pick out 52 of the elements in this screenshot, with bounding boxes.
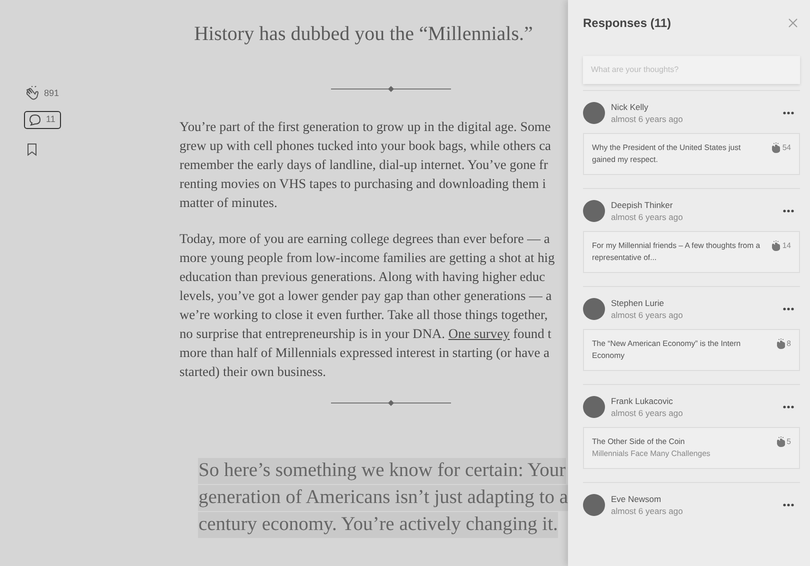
paragraph-line: education than previous generations. Along with having higher educ bbox=[179, 268, 546, 286]
paragraph-line: no surprise that entrepreneurship is in your DNA. One survey found t bbox=[179, 325, 552, 343]
paragraph-line: You’re part of the first generation to grow up in the digital age. Some bbox=[179, 118, 551, 136]
avatar[interactable] bbox=[583, 102, 605, 124]
paragraph-line: more than half of Millennials expressed interest in starting (or have a bbox=[179, 344, 550, 362]
article-heading: History has dubbed you the “Millennials.” bbox=[193, 22, 534, 46]
paragraph-line: started) their own business. bbox=[179, 363, 326, 381]
paragraph-line: Today, more of you are earning college degrees than ever before — a bbox=[179, 230, 550, 248]
author-name[interactable]: Deepish Thinker bbox=[611, 199, 683, 212]
ellipsis-icon bbox=[783, 405, 794, 410]
paragraph-line: matter of minutes. bbox=[179, 194, 278, 212]
author-name[interactable]: Eve Newsom bbox=[611, 493, 683, 506]
paragraph-line: we’re working to close it even further. Take all those things together, bbox=[179, 306, 548, 324]
speech-bubble-icon bbox=[28, 114, 41, 126]
bookmark-button[interactable] bbox=[27, 142, 37, 156]
clap-icon bbox=[774, 338, 785, 350]
avatar[interactable] bbox=[583, 298, 605, 320]
response-time: almost 6 years ago bbox=[611, 113, 683, 126]
clap-icon bbox=[770, 142, 780, 154]
more-options-button[interactable] bbox=[783, 307, 794, 312]
ellipsis-icon bbox=[783, 209, 794, 214]
more-options-button[interactable] bbox=[783, 503, 794, 508]
avatar[interactable] bbox=[583, 396, 605, 418]
responses-button[interactable]: 11 bbox=[24, 111, 62, 128]
response-time: almost 6 years ago bbox=[611, 211, 683, 224]
response-time: almost 6 years ago bbox=[611, 309, 683, 322]
bookmark-icon bbox=[27, 142, 37, 156]
avatar[interactable] bbox=[583, 494, 605, 516]
paragraph-line: remember the early days of landline, dial-up internet. You’ve gone fr bbox=[179, 156, 548, 174]
response-time: almost 6 years ago bbox=[611, 505, 683, 518]
paragraph-line: levels, you’ve got a lower gender pay gap than other generations — a bbox=[179, 287, 552, 305]
close-icon bbox=[788, 18, 798, 28]
author-name[interactable]: Nick Kelly bbox=[611, 101, 683, 114]
survey-link[interactable]: One survey bbox=[448, 326, 510, 341]
more-options-button[interactable] bbox=[783, 405, 794, 410]
clap-icon bbox=[770, 240, 780, 252]
avatar[interactable] bbox=[583, 200, 605, 222]
more-options-button[interactable] bbox=[783, 209, 794, 214]
paragraph-line: more young people from low-income families are getting a shot at hig bbox=[179, 249, 555, 267]
clap-icon bbox=[774, 436, 785, 448]
paragraph-line: grew up with cell phones tucked into your book bags, while others ca bbox=[179, 137, 551, 155]
ellipsis-icon bbox=[783, 307, 794, 312]
clap-button[interactable]: 891 bbox=[24, 86, 60, 101]
author-name[interactable]: Stephen Lurie bbox=[611, 297, 683, 310]
clap-icon bbox=[24, 86, 39, 101]
ellipsis-icon bbox=[783, 111, 794, 116]
panel-title: Responses (11) bbox=[583, 16, 672, 30]
ellipsis-icon bbox=[783, 503, 794, 508]
author-name[interactable]: Frank Lukacovic bbox=[611, 395, 683, 408]
more-options-button[interactable] bbox=[783, 111, 794, 116]
paragraph-line: renting movies on VHS tapes to purchasing and downloading them i bbox=[179, 175, 546, 193]
response-time: almost 6 years ago bbox=[611, 407, 683, 420]
